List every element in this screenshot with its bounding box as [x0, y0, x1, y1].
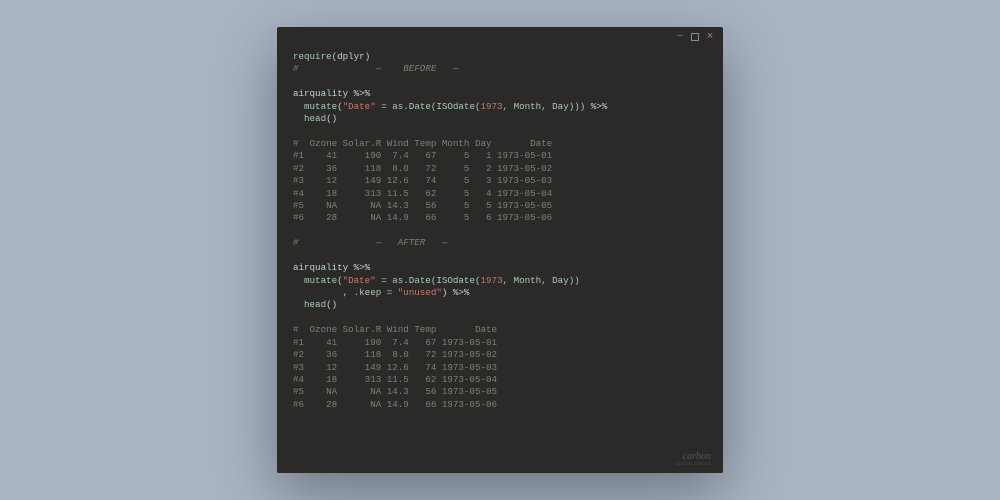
code-token: , .keep =	[293, 287, 398, 298]
code-string: "unused"	[398, 287, 442, 298]
code-token: airquality	[293, 262, 354, 273]
output-row: #2 36 118 8.0 72 1973-05-02	[293, 349, 497, 360]
code-number: 1973	[480, 101, 502, 112]
code-token: head	[293, 299, 326, 310]
output-header: # Ozone Solar.R Wind Temp Date	[293, 324, 497, 335]
output-row: #1 41 190 7.4 67 1973-05-01	[293, 337, 497, 348]
code-comment: # — AFTER —	[293, 237, 447, 248]
code-token: ()	[326, 113, 337, 124]
pipe-operator: %>%	[591, 101, 608, 112]
code-token: airquality	[293, 88, 354, 99]
code-token: )	[442, 287, 453, 298]
code-token: mutate	[293, 101, 337, 112]
output-row: #6 28 NA 14.9 66 1973-05-06	[293, 399, 497, 410]
output-header: # Ozone Solar.R Wind Temp Month Day Date	[293, 138, 552, 149]
pipe-operator: %>%	[453, 287, 470, 298]
window-titlebar: — ×	[277, 27, 723, 47]
code-token: , Month, Day)))	[503, 101, 591, 112]
code-content: require(dplyr) # — BEFORE — airquality %…	[277, 47, 723, 473]
code-string: "Date"	[343, 101, 376, 112]
minimize-button[interactable]: —	[675, 32, 685, 42]
watermark-text: carbon	[676, 452, 711, 462]
pipe-operator: %>%	[354, 262, 371, 273]
code-window: — × require(dplyr) # — BEFORE — airquali…	[277, 27, 723, 473]
output-row: #6 28 NA 14.9 66 5 6 1973-05-06	[293, 212, 552, 223]
code-token: ()	[326, 299, 337, 310]
output-row: #1 41 190 7.4 67 5 1 1973-05-01	[293, 150, 552, 161]
carbon-watermark: carbon carbon.now.sh	[676, 452, 711, 467]
close-button[interactable]: ×	[705, 32, 715, 42]
code-token: = as.Date(ISOdate(	[376, 275, 481, 286]
output-row: #4 18 313 11.5 62 5 4 1973-05-04	[293, 188, 552, 199]
output-row: #5 NA NA 14.3 56 1973-05-05	[293, 386, 497, 397]
code-token: mutate	[293, 275, 337, 286]
code-token: , Month, Day))	[503, 275, 580, 286]
code-token: require	[293, 51, 332, 62]
output-row: #5 NA NA 14.3 56 5 5 1973-05-05	[293, 200, 552, 211]
code-token: head	[293, 113, 326, 124]
maximize-button[interactable]	[691, 33, 699, 41]
output-row: #2 36 118 8.0 72 5 2 1973-05-02	[293, 163, 552, 174]
code-string: "Date"	[343, 275, 376, 286]
pipe-operator: %>%	[354, 88, 371, 99]
output-row: #3 12 149 12.6 74 1973-05-03	[293, 362, 497, 373]
output-row: #3 12 149 12.6 74 5 3 1973-05-03	[293, 175, 552, 186]
code-comment: # — BEFORE —	[293, 63, 458, 74]
code-number: 1973	[480, 275, 502, 286]
code-token: = as.Date(ISOdate(	[376, 101, 481, 112]
code-token: (dplyr)	[332, 51, 371, 62]
watermark-subtext: carbon.now.sh	[676, 462, 711, 467]
output-row: #4 18 313 11.5 62 1973-05-04	[293, 374, 497, 385]
